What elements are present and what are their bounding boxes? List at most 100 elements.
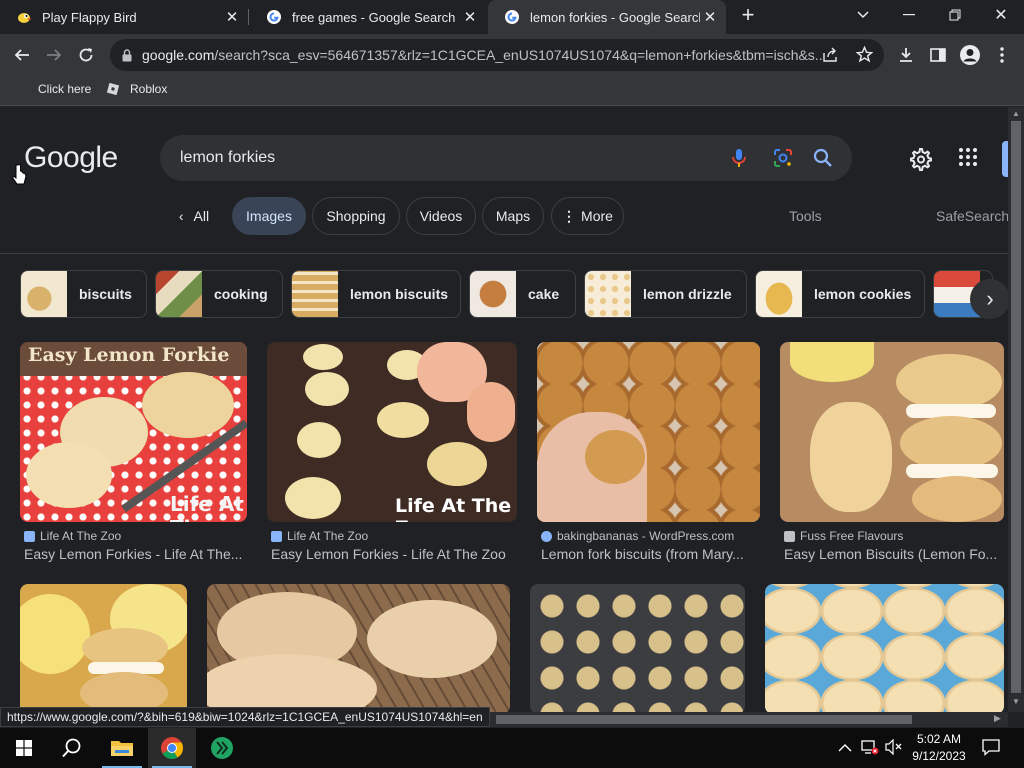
tab-maps[interactable]: Maps — [482, 197, 544, 235]
result-image[interactable] — [207, 584, 510, 712]
related-chip-cake[interactable]: cake — [469, 270, 576, 318]
related-label: lemon biscuits — [350, 286, 449, 302]
wordpress-icon — [24, 530, 35, 542]
bookmark-roblox[interactable]: Roblox — [106, 82, 167, 96]
safesearch-button[interactable]: SafeSearch — [936, 208, 1008, 224]
minimize-button[interactable] — [886, 0, 932, 30]
network-icon[interactable] — [861, 739, 879, 760]
address-bar[interactable]: google.com/search?sca_esv=564671357&rlz=… — [110, 39, 884, 71]
wordpress-icon — [541, 530, 552, 542]
bookmark-click-here[interactable]: Click here — [38, 82, 91, 96]
tab-label: Videos — [419, 208, 463, 224]
dough-ball — [285, 477, 341, 519]
new-tab-button[interactable]: + — [730, 0, 766, 30]
lock-icon[interactable] — [122, 48, 132, 62]
related-thumbnail — [292, 271, 338, 317]
windows-start-icon[interactable] — [0, 728, 48, 768]
scrollbar-thumb[interactable] — [496, 715, 912, 724]
watermark-text: Life At The — [170, 492, 244, 522]
search-input[interactable]: lemon forkies — [180, 149, 852, 167]
tab-shopping[interactable]: Shopping — [312, 197, 400, 235]
close-icon[interactable]: ✕ — [700, 7, 720, 27]
apps-grid-icon[interactable] — [958, 147, 982, 171]
notification-icon[interactable] — [982, 738, 1000, 761]
chevron-left-icon: ‹ — [178, 208, 184, 224]
chevron-right-icon[interactable]: › — [970, 279, 1008, 319]
scroll-right-arrow[interactable]: ▶ — [994, 713, 1001, 724]
source-label: Fuss Free Flavours — [800, 529, 904, 543]
tab-flappy-bird[interactable]: Play Flappy Bird ✕ — [0, 0, 248, 34]
result-caption[interactable]: Easy Lemon Forkies - Life At The Zoo — [271, 546, 517, 562]
volume-muted-icon[interactable] — [885, 738, 903, 760]
url-text[interactable]: google.com/search?sca_esv=564671357&rlz=… — [142, 47, 822, 63]
system-clock[interactable]: 5:02 AM 9/12/2023 — [908, 731, 970, 765]
sandwich-biscuit — [80, 672, 168, 712]
tab-all[interactable]: ‹ All — [164, 197, 224, 235]
result-source[interactable]: Fuss Free Flavours — [784, 529, 903, 543]
file-explorer-icon[interactable] — [98, 728, 146, 768]
related-chip-cooking[interactable]: cooking — [155, 270, 283, 318]
app-icon[interactable] — [198, 728, 246, 768]
close-icon[interactable]: ✕ — [222, 7, 242, 27]
tab-more[interactable]: ⋮ More — [551, 197, 624, 235]
result-source[interactable]: Life At The Zoo — [271, 529, 368, 543]
result-source[interactable]: bakingbananas - WordPress.com — [541, 529, 734, 543]
scrollbar-thumb[interactable] — [1011, 121, 1021, 693]
vertical-scrollbar[interactable]: ▲ ▼ — [1008, 107, 1024, 712]
related-chip-biscuits[interactable]: biscuits — [20, 270, 147, 318]
tab-search-button[interactable] — [840, 0, 886, 30]
tools-button[interactable]: Tools — [789, 208, 822, 224]
site-favicon — [784, 530, 795, 542]
wordpress-icon — [271, 530, 282, 542]
sandwich-biscuit — [810, 402, 892, 512]
status-bar-url: https://www.google.com/?&bih=619&biw=102… — [0, 707, 490, 727]
google-logo[interactable]: Google — [24, 141, 118, 175]
result-image[interactable] — [765, 584, 1004, 712]
result-source[interactable]: Life At The Zoo — [24, 529, 121, 543]
result-image[interactable]: Easy Lemon Forkie Life At The — [20, 342, 247, 522]
roblox-icon — [106, 82, 120, 96]
tab-lemon-forkies[interactable]: lemon forkies - Google Search ✕ — [488, 0, 726, 34]
result-caption[interactable]: Easy Lemon Biscuits (Lemon Fo... — [784, 546, 1004, 562]
result-image[interactable] — [530, 584, 745, 712]
taskbar-search-icon[interactable] — [48, 728, 96, 768]
bookmark-star-icon[interactable] — [855, 45, 874, 68]
reload-button[interactable] — [72, 41, 100, 69]
search-icon[interactable] — [812, 147, 834, 169]
tab-label: All — [193, 208, 210, 224]
chevron-up-icon[interactable] — [838, 740, 852, 758]
bookmark-label: Roblox — [130, 82, 168, 96]
side-panel-icon[interactable] — [924, 41, 952, 69]
back-button[interactable] — [8, 41, 36, 69]
restore-button[interactable] — [932, 0, 978, 30]
close-icon[interactable]: ✕ — [460, 7, 480, 27]
related-chip-lemon-drizzle[interactable]: lemon drizzle — [584, 270, 747, 318]
forward-button[interactable] — [40, 41, 68, 69]
settings-gear-icon[interactable] — [908, 147, 932, 171]
chrome-icon[interactable] — [148, 728, 196, 768]
tab-images[interactable]: Images — [232, 197, 306, 235]
result-image[interactable] — [20, 584, 187, 712]
tab-free-games[interactable]: free games - Google Search ✕ — [250, 0, 486, 34]
share-icon[interactable] — [822, 47, 838, 68]
related-chip-lemon-cookies[interactable]: lemon cookies — [755, 270, 925, 318]
scroll-down-arrow[interactable]: ▼ — [1012, 697, 1020, 706]
download-icon[interactable] — [892, 41, 920, 69]
tab-videos[interactable]: Videos — [406, 197, 476, 235]
result-image[interactable] — [780, 342, 1004, 522]
result-caption[interactable]: Lemon fork biscuits (from Mary... — [541, 546, 760, 562]
watermark-text: Life At The Zoo — [395, 495, 512, 522]
menu-dots-icon[interactable] — [988, 41, 1016, 69]
search-box[interactable]: lemon forkies — [160, 135, 852, 181]
result-image[interactable]: Life At The Zoo — [267, 342, 517, 522]
related-thumbnail — [756, 271, 802, 317]
scroll-up-arrow[interactable]: ▲ — [1012, 109, 1020, 118]
close-window-button[interactable]: ✕ — [978, 0, 1024, 30]
related-chip-lemon-biscuits[interactable]: lemon biscuits — [291, 270, 461, 318]
result-caption[interactable]: Easy Lemon Forkies - Life At The... — [24, 546, 247, 562]
microphone-icon[interactable] — [728, 147, 750, 169]
profile-avatar[interactable] — [956, 41, 984, 69]
lens-camera-icon[interactable] — [772, 147, 794, 169]
mouse-cursor-icon — [12, 163, 28, 192]
result-image[interactable] — [537, 342, 760, 522]
